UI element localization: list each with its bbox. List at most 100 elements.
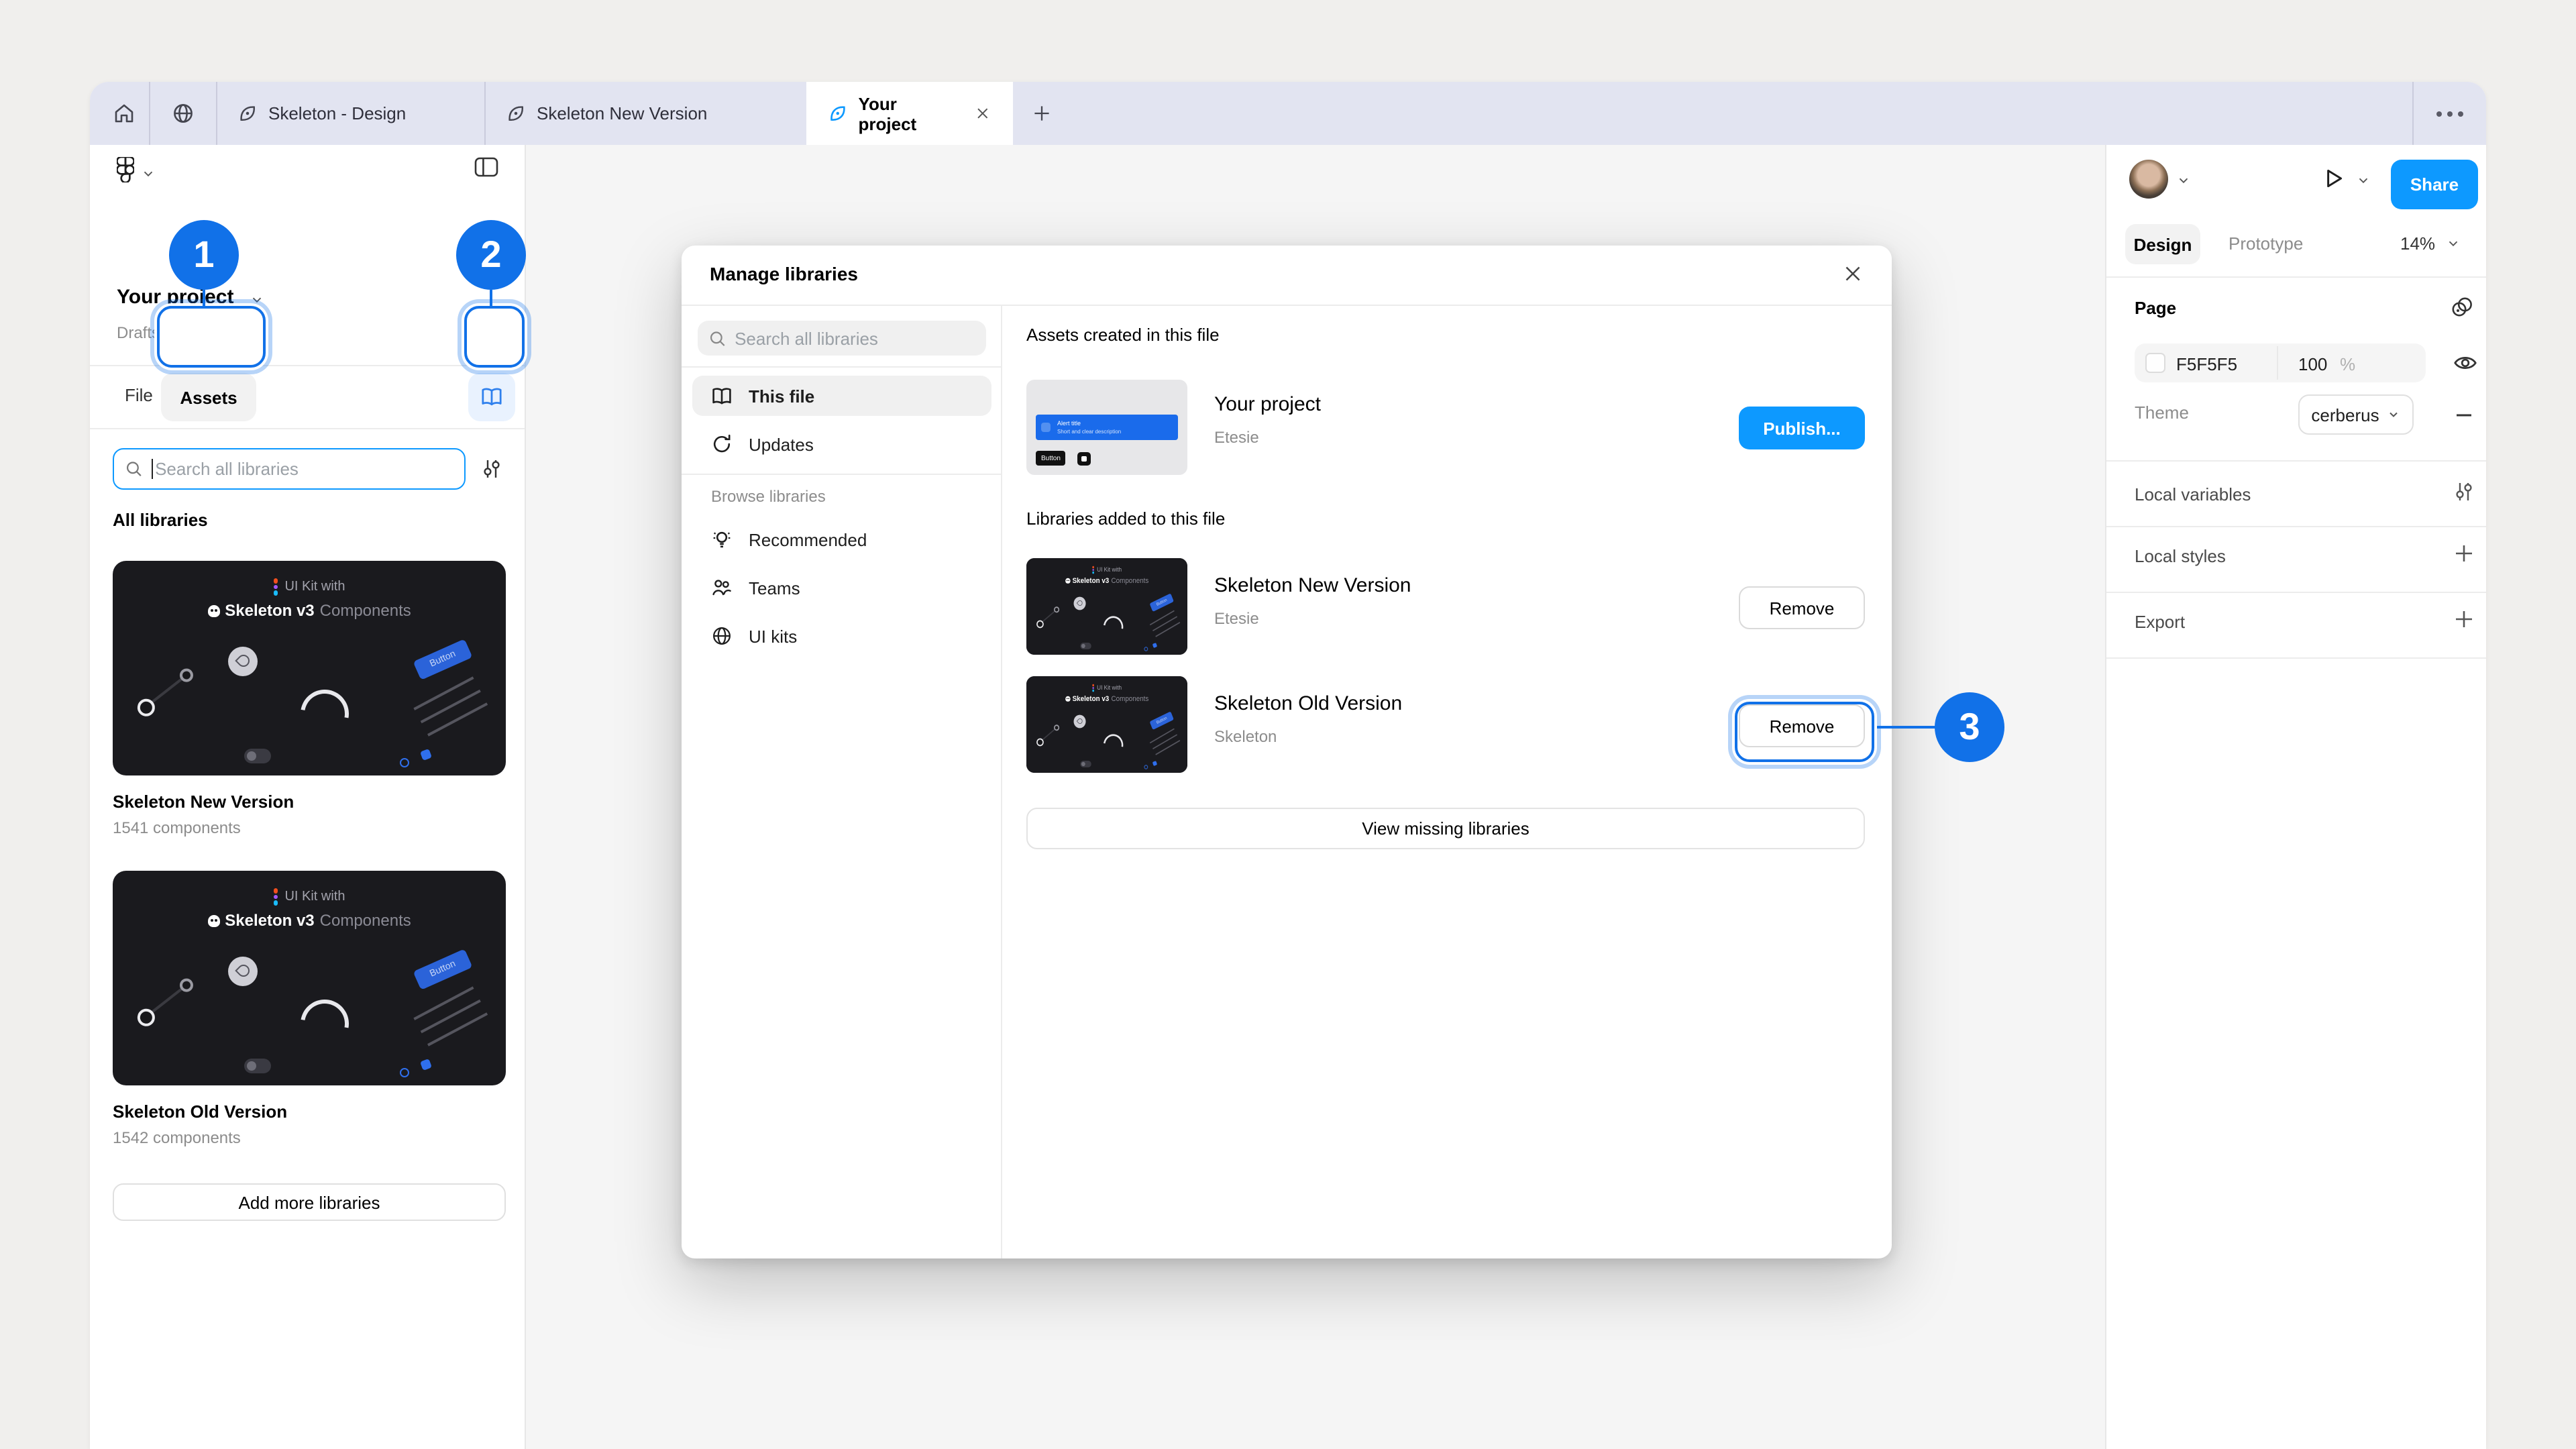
local-styles-label: Local styles <box>2135 546 2226 566</box>
filter-button[interactable] <box>480 458 503 480</box>
spinner-component <box>291 990 358 1057</box>
divider <box>2106 276 2486 278</box>
variables-sliders-icon[interactable] <box>2453 480 2475 503</box>
avatar-chevron-icon[interactable] <box>2176 173 2191 188</box>
zoom-chevron-icon[interactable] <box>2446 236 2461 251</box>
add-style-plus-icon[interactable] <box>2453 542 2475 565</box>
manage-libraries-modal: Manage libraries This file Updates Brows… <box>682 246 1892 1258</box>
page-color-row[interactable]: F5F5F5 100 % <box>2135 343 2426 382</box>
avatar-component <box>228 647 258 676</box>
remove-library-button[interactable]: Remove <box>1739 586 1865 629</box>
view-missing-libraries-button[interactable]: View missing libraries <box>1026 808 1865 849</box>
toggle-component <box>244 1059 271 1073</box>
main-menu-button[interactable] <box>117 157 134 182</box>
styles-modes-icon[interactable] <box>2450 295 2474 319</box>
browse-libraries-header: Browse libraries <box>711 487 826 506</box>
close-tab-icon[interactable] <box>974 105 991 122</box>
skull-icon <box>207 604 219 616</box>
remove-theme-minus-icon[interactable] <box>2453 404 2475 427</box>
alert-icon <box>1041 423 1051 432</box>
search-icon <box>125 459 143 479</box>
home-button[interactable] <box>98 82 149 145</box>
modal-title: Manage libraries <box>710 263 858 284</box>
tab-your-project[interactable]: Your project <box>806 82 1013 145</box>
library-card-skeleton-old[interactable]: UI Kit with Skeleton v3Components Button <box>113 871 506 1085</box>
slider-component <box>144 674 189 708</box>
tab-label: Your project <box>859 93 959 133</box>
accordion-component <box>413 676 493 747</box>
library-search[interactable] <box>113 448 466 490</box>
add-export-plus-icon[interactable] <box>2453 608 2475 631</box>
tab-skeleton-design[interactable]: Skeleton - Design <box>216 82 484 145</box>
tab-assets[interactable]: Assets <box>161 373 256 421</box>
library-thumbnail: UI Kit with Skeleton v3Components Button <box>113 561 506 775</box>
share-button[interactable]: Share <box>2391 160 2478 209</box>
tab-skeleton-new-version[interactable]: Skeleton New Version <box>484 82 806 145</box>
file-name[interactable]: Your project <box>117 286 233 309</box>
color-hex-value[interactable]: F5F5F5 <box>2176 354 2237 374</box>
skull-icon <box>1065 696 1070 701</box>
visibility-eye-icon[interactable] <box>2453 350 2478 376</box>
remove-library-button-highlighted[interactable]: Remove <box>1739 704 1865 747</box>
nav-label: Recommended <box>749 529 867 549</box>
zoom-level[interactable]: 14% <box>2400 233 2435 254</box>
percent-sign: % <box>2340 354 2355 374</box>
sliders-icon <box>480 458 503 480</box>
avatar-component <box>228 957 258 986</box>
add-more-libraries-button[interactable]: Add more libraries <box>113 1183 506 1221</box>
divider <box>2106 526 2486 527</box>
search-input[interactable] <box>155 459 453 479</box>
file-name-chevron-icon[interactable] <box>250 292 264 307</box>
new-tab-button[interactable] <box>1018 82 1064 145</box>
open-book-icon <box>711 386 733 406</box>
library-card-title[interactable]: Skeleton New Version <box>113 792 294 812</box>
library-owner: Skeleton <box>1214 727 1277 746</box>
nav-ui-kits[interactable]: UI kits <box>692 616 991 656</box>
local-variables-label: Local variables <box>2135 484 2251 504</box>
chevron-down-icon[interactable] <box>141 166 156 181</box>
radio-component <box>400 758 409 767</box>
library-owner: Etesie <box>1214 609 1259 628</box>
color-swatch[interactable] <box>2145 353 2165 373</box>
toggle-component <box>244 749 271 763</box>
theme-dropdown[interactable]: cerberus <box>2298 394 2414 435</box>
lightbulb-icon <box>711 529 733 550</box>
all-libraries-heading: All libraries <box>113 510 208 530</box>
tab-file[interactable]: File <box>125 385 153 405</box>
nav-updates[interactable]: Updates <box>692 424 991 464</box>
nav-recommended[interactable]: Recommended <box>692 519 991 559</box>
library-card-skeleton-new[interactable]: UI Kit with Skeleton v3Components Button <box>113 561 506 775</box>
library-card-count: 1541 components <box>113 818 241 837</box>
library-thumbnail: UI Kit with Skeleton v3Components Button <box>113 871 506 1085</box>
globe-icon <box>711 625 733 647</box>
accordion-component <box>413 986 493 1057</box>
annotation-connector-1 <box>203 290 205 306</box>
tab-prototype[interactable]: Prototype <box>2229 233 2303 254</box>
opacity-value[interactable]: 100 <box>2298 354 2327 374</box>
file-location[interactable]: Drafts <box>117 323 160 342</box>
modal-search-input[interactable] <box>735 328 975 348</box>
tab-bar: Skeleton - Design Skeleton New Version Y… <box>90 82 2486 145</box>
panel-layout-icon <box>474 156 499 178</box>
modal-search[interactable] <box>698 321 986 356</box>
community-button[interactable] <box>149 82 216 145</box>
publish-button[interactable]: Publish... <box>1739 407 1865 449</box>
figma-logo-icon <box>273 578 278 595</box>
close-modal-icon[interactable] <box>1841 262 1865 286</box>
present-play-icon[interactable] <box>2320 165 2347 192</box>
nav-label: Updates <box>749 434 814 454</box>
library-card-title[interactable]: Skeleton Old Version <box>113 1102 287 1122</box>
tab-design[interactable]: Design <box>2125 224 2200 264</box>
libraries-button[interactable] <box>468 373 515 421</box>
figma-file-icon <box>237 103 258 123</box>
alert-description: Short and clear description <box>1057 428 1121 435</box>
button-component: Button <box>413 949 472 990</box>
nav-teams[interactable]: Teams <box>692 568 991 608</box>
figma-logo-icon <box>273 888 278 905</box>
window-menu-button[interactable] <box>2412 82 2486 145</box>
divider <box>682 474 1001 475</box>
toggle-sidebar-button[interactable] <box>474 156 499 178</box>
nav-this-file[interactable]: This file <box>692 376 991 416</box>
user-avatar[interactable] <box>2129 160 2168 199</box>
present-chevron-icon[interactable] <box>2356 173 2371 188</box>
